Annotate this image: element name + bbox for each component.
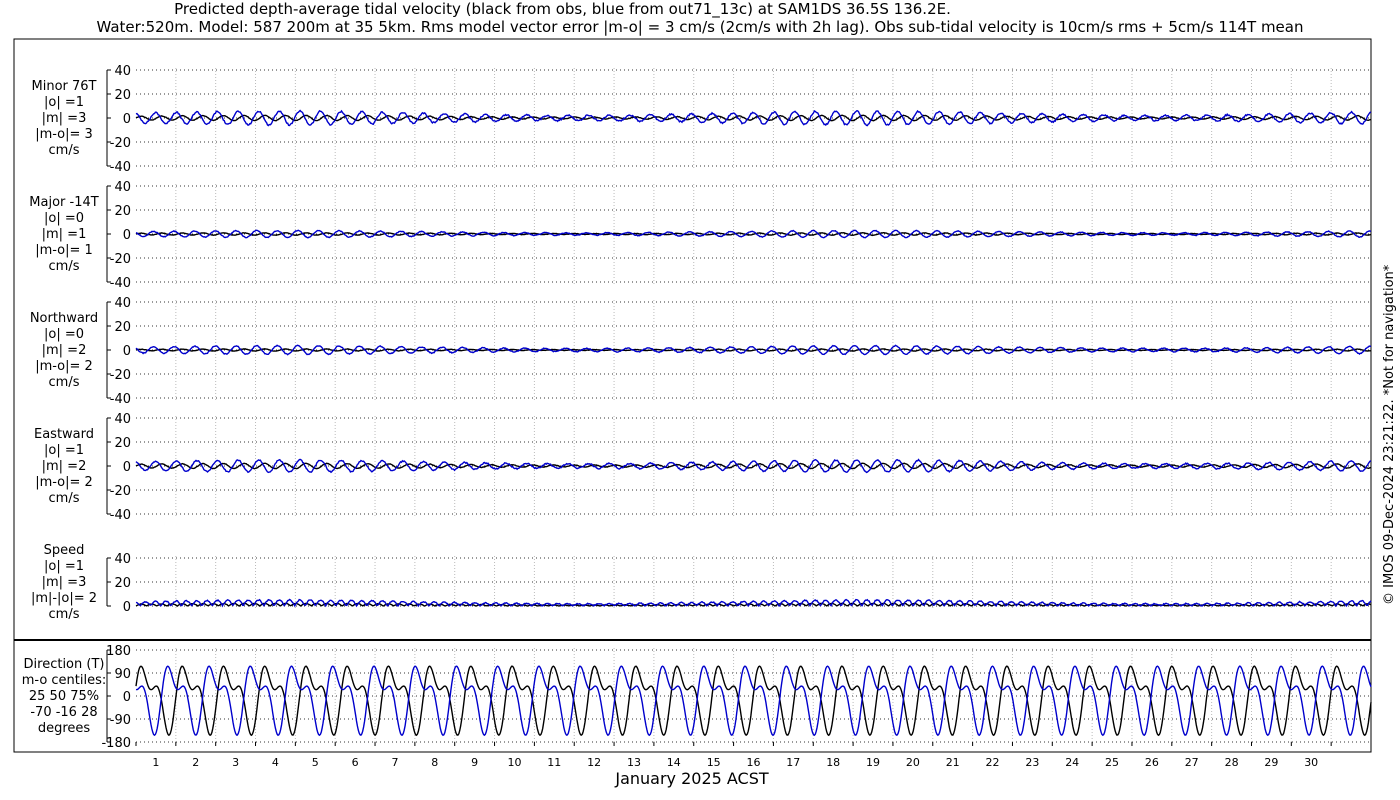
direction-xtick-label-8: 8 bbox=[431, 756, 438, 769]
north-label-line-1: |o| =0 bbox=[44, 327, 84, 342]
major-label-line-3: |m-o|= 1 bbox=[35, 243, 93, 258]
direction-xtick-label-24: 24 bbox=[1065, 756, 1079, 769]
major-ytick-label-1: 20 bbox=[114, 204, 131, 219]
direction-xtick-label-21: 21 bbox=[946, 756, 960, 769]
direction-xtick-label-17: 17 bbox=[786, 756, 800, 769]
east-label-line-2: |m| =2 bbox=[42, 459, 87, 474]
direction-xtick-label-1: 1 bbox=[152, 756, 159, 769]
tidal-velocity-figure: 40200-20-40Minor 76T|o| =1|m| =3|m-o|= 3… bbox=[13, 38, 1372, 788]
direction-label-line-4: degrees bbox=[38, 721, 91, 736]
direction-xtick-label-29: 29 bbox=[1264, 756, 1278, 769]
east-label-line-3: |m-o|= 2 bbox=[35, 475, 93, 490]
major-label-line-1: |o| =0 bbox=[44, 211, 84, 226]
north-label-line-2: |m| =2 bbox=[42, 343, 87, 358]
direction-label-line-3: -70 -16 28 bbox=[30, 705, 97, 720]
minor-label-line-4: cm/s bbox=[49, 143, 80, 158]
direction-xtick-label-18: 18 bbox=[826, 756, 840, 769]
north-ytick-label-1: 20 bbox=[114, 320, 131, 335]
speed-ytick-label-1: 20 bbox=[114, 576, 131, 591]
direction-xtick-label-12: 12 bbox=[587, 756, 601, 769]
speed-label-line-4: cm/s bbox=[49, 607, 80, 622]
north-label-line-4: cm/s bbox=[49, 375, 80, 390]
east-ytick-label-4: -40 bbox=[110, 508, 131, 523]
direction-ytick-label-4: -180 bbox=[101, 736, 131, 751]
major-label-line-4: cm/s bbox=[49, 259, 80, 274]
north-ytick-label-3: -20 bbox=[110, 368, 131, 383]
direction-xtick-label-26: 26 bbox=[1145, 756, 1159, 769]
direction-ytick-label-0: 180 bbox=[106, 644, 131, 659]
figure-frame bbox=[13, 38, 1372, 753]
direction-label-line-0: Direction (T) bbox=[24, 657, 105, 672]
direction-xtick-label-13: 13 bbox=[627, 756, 641, 769]
direction-label-line-1: m-o centiles: bbox=[22, 673, 107, 688]
direction-label-line-2: 25 50 75% bbox=[29, 689, 99, 704]
east-ytick-label-1: 20 bbox=[114, 436, 131, 451]
minor-ytick-label-0: 40 bbox=[114, 64, 131, 79]
major-label-line-0: Major -14T bbox=[29, 195, 98, 210]
minor-ytick-label-2: 0 bbox=[123, 112, 131, 127]
direction-xtick-label-16: 16 bbox=[747, 756, 761, 769]
north-obs-line bbox=[135, 348, 1372, 352]
direction-xtick-label-6: 6 bbox=[352, 756, 359, 769]
major-ytick-label-3: -20 bbox=[110, 252, 131, 267]
direction-ytick-label-1: 90 bbox=[114, 667, 131, 682]
north-ytick-label-4: -40 bbox=[110, 392, 131, 407]
direction-xtick-label-22: 22 bbox=[986, 756, 1000, 769]
direction-xtick-label-14: 14 bbox=[667, 756, 681, 769]
speed-label-line-3: |m|-|o|= 2 bbox=[31, 591, 97, 606]
minor-ytick-label-3: -20 bbox=[110, 136, 131, 151]
direction-xtick-label-4: 4 bbox=[272, 756, 279, 769]
direction-xtick-label-25: 25 bbox=[1105, 756, 1119, 769]
direction-model-line bbox=[135, 665, 1372, 737]
direction-obs-line bbox=[135, 665, 1372, 737]
speed-ytick-label-0: 40 bbox=[114, 552, 131, 567]
north-ytick-label-0: 40 bbox=[114, 296, 131, 311]
speed-label-line-0: Speed bbox=[44, 543, 85, 558]
direction-xtick-label-3: 3 bbox=[232, 756, 239, 769]
direction-xtick-label-27: 27 bbox=[1185, 756, 1199, 769]
direction-xtick-label-28: 28 bbox=[1225, 756, 1239, 769]
north-label-line-0: Northward bbox=[30, 311, 98, 326]
east-ytick-label-3: -20 bbox=[110, 484, 131, 499]
direction-xtick-label-11: 11 bbox=[547, 756, 561, 769]
minor-label-line-0: Minor 76T bbox=[32, 79, 97, 94]
direction-xtick-label-15: 15 bbox=[707, 756, 721, 769]
direction-xtick-label-23: 23 bbox=[1025, 756, 1039, 769]
direction-ytick-label-2: 0 bbox=[123, 690, 131, 705]
east-label-line-0: Eastward bbox=[34, 427, 94, 442]
minor-label-line-1: |o| =1 bbox=[44, 95, 84, 110]
direction-xtick-label-20: 20 bbox=[906, 756, 920, 769]
east-ytick-label-0: 40 bbox=[114, 412, 131, 427]
major-ytick-label-2: 0 bbox=[123, 228, 131, 243]
speed-label-line-1: |o| =1 bbox=[44, 559, 84, 574]
minor-ytick-label-1: 20 bbox=[114, 88, 131, 103]
east-ytick-label-2: 0 bbox=[123, 460, 131, 475]
east-label-line-1: |o| =1 bbox=[44, 443, 84, 458]
direction-xtick-label-7: 7 bbox=[392, 756, 399, 769]
direction-xtick-label-5: 5 bbox=[312, 756, 319, 769]
direction-xtick-label-9: 9 bbox=[471, 756, 478, 769]
minor-obs-line bbox=[135, 114, 1372, 122]
speed-ytick-label-2: 0 bbox=[123, 600, 131, 615]
minor-ytick-label-4: -40 bbox=[110, 160, 131, 175]
direction-xtick-label-30: 30 bbox=[1304, 756, 1318, 769]
major-label-line-2: |m| =1 bbox=[42, 227, 87, 242]
minor-label-line-2: |m| =3 bbox=[42, 111, 87, 126]
major-ytick-label-4: -40 bbox=[110, 276, 131, 291]
minor-label-line-3: |m-o|= 3 bbox=[35, 127, 93, 142]
north-label-line-3: |m-o|= 2 bbox=[35, 359, 93, 374]
speed-label-line-2: |m| =3 bbox=[42, 575, 87, 590]
direction-xtick-label-2: 2 bbox=[192, 756, 199, 769]
direction-xlabel: January 2025 ACST bbox=[614, 769, 769, 788]
east-label-line-4: cm/s bbox=[49, 491, 80, 506]
north-ytick-label-2: 0 bbox=[123, 344, 131, 359]
major-ytick-label-0: 40 bbox=[114, 180, 131, 195]
direction-xtick-label-19: 19 bbox=[866, 756, 880, 769]
direction-ytick-label-3: -90 bbox=[110, 713, 131, 728]
direction-xtick-label-10: 10 bbox=[508, 756, 522, 769]
